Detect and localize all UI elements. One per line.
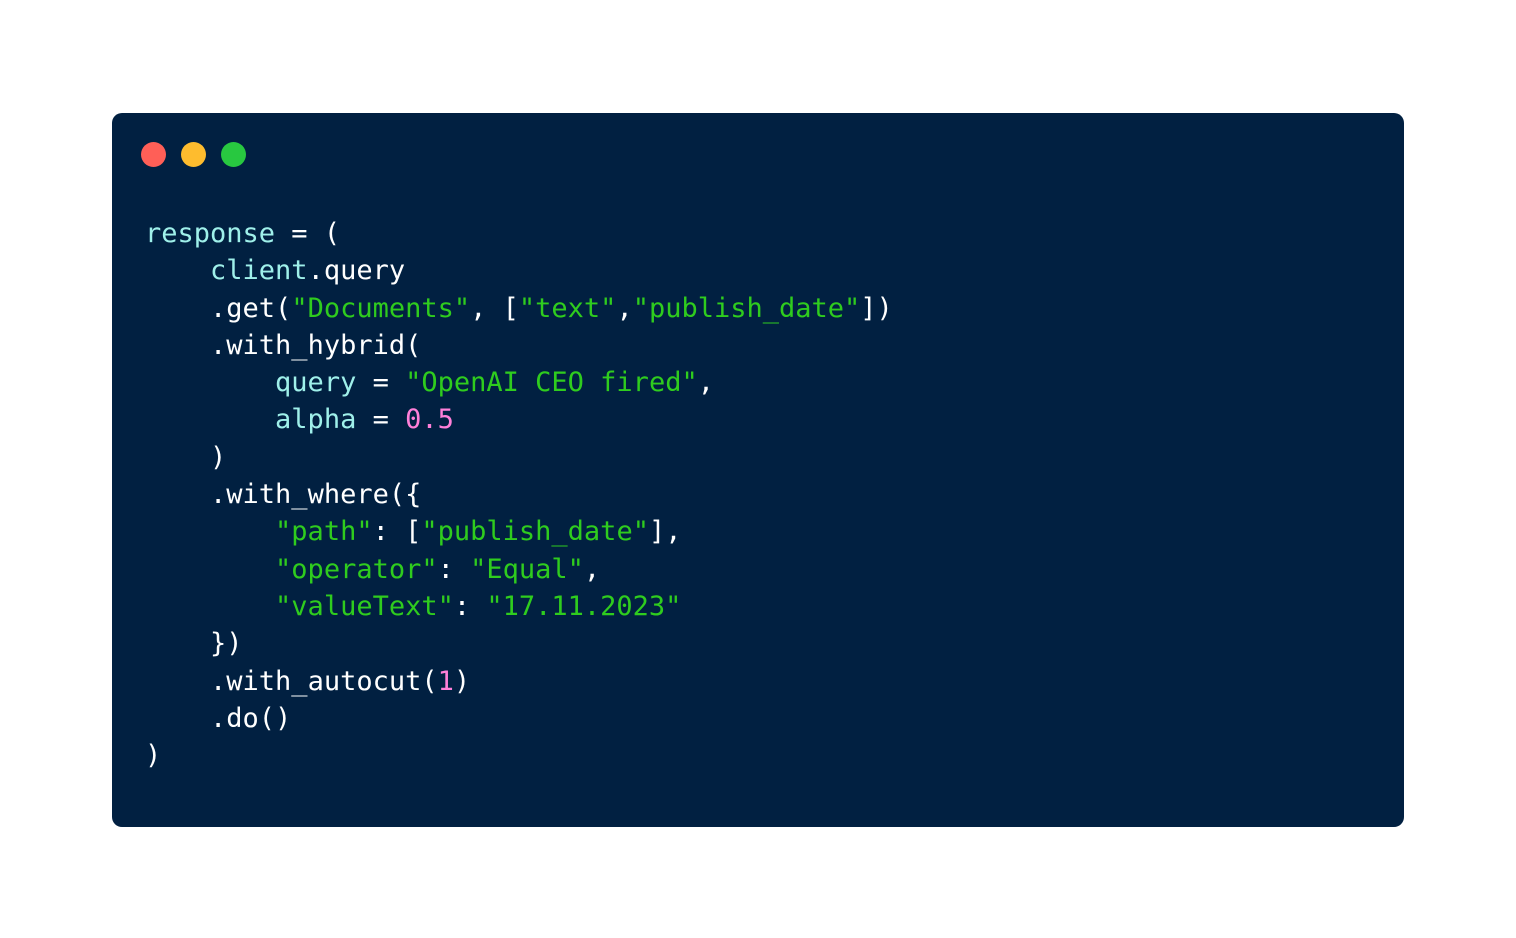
- code-line: .get("Documents", ["text","publish_date"…: [145, 290, 893, 327]
- minimize-dot-icon[interactable]: [181, 142, 206, 167]
- code-token-plain: .with_hybrid(: [210, 329, 422, 361]
- code-line: .with_where({: [145, 476, 893, 513]
- code-token-ident: client: [210, 255, 308, 287]
- code-block: response = ( client.query .get("Document…: [145, 215, 893, 774]
- code-line: query = "OpenAI CEO fired",: [145, 364, 893, 401]
- code-token-plain: :: [453, 590, 487, 622]
- code-token-string: "publish_date": [632, 292, 861, 324]
- code-token-plain: ]): [860, 292, 893, 324]
- window-controls: [141, 142, 246, 167]
- code-line: .with_autocut(1): [145, 663, 893, 700]
- code-token-plain: ,: [616, 292, 633, 324]
- code-token-plain: =: [356, 404, 406, 436]
- code-token-plain: =: [356, 367, 406, 399]
- code-token-string: "path": [275, 516, 373, 548]
- code-line: alpha = 0.5: [145, 401, 893, 438]
- code-line: response = (: [145, 215, 893, 252]
- code-token-plain: = (: [275, 218, 341, 249]
- code-line: .do(): [145, 700, 893, 737]
- code-token-ident: query: [275, 367, 357, 399]
- code-token-plain: , [: [470, 292, 519, 324]
- code-token-string: "publish_date": [421, 516, 649, 548]
- code-token-string: "valueText": [275, 590, 454, 622]
- code-token-string: "OpenAI CEO fired": [405, 367, 698, 399]
- code-line: "path": ["publish_date"],: [145, 513, 893, 550]
- code-line: "operator": "Equal",: [145, 551, 893, 588]
- code-token-number: 0.5: [405, 404, 454, 436]
- code-token-plain: ): [453, 665, 471, 697]
- code-token-string: "Documents": [291, 292, 471, 324]
- code-token-plain: .query: [307, 255, 406, 287]
- maximize-dot-icon[interactable]: [221, 142, 246, 167]
- close-dot-icon[interactable]: [141, 142, 166, 167]
- code-line: }): [145, 625, 893, 662]
- code-token-plain: ,: [697, 367, 714, 399]
- code-token-string: "operator": [275, 553, 438, 585]
- code-token-plain: ,: [583, 553, 601, 585]
- code-token-plain: : [: [372, 516, 422, 548]
- code-token-ident: response: [145, 218, 276, 249]
- code-token-plain: .with_autocut(: [210, 665, 438, 697]
- code-line: "valueText": "17.11.2023": [145, 588, 893, 625]
- code-line: client.query: [145, 252, 893, 289]
- code-line: ): [145, 737, 893, 774]
- code-token-plain: .get(: [210, 292, 292, 324]
- code-token-number: 1: [437, 665, 454, 697]
- code-token-plain: :: [437, 553, 471, 585]
- code-line: .with_hybrid(: [145, 327, 893, 364]
- code-line: ): [145, 439, 893, 476]
- code-token-plain: ): [145, 740, 162, 772]
- code-token-ident: alpha: [275, 404, 357, 436]
- code-token-plain: .with_where({: [210, 479, 422, 511]
- code-token-string: "text": [518, 292, 617, 324]
- code-token-string: "17.11.2023": [486, 590, 682, 622]
- code-token-plain: ],: [648, 516, 682, 548]
- code-token-string: "Equal": [470, 553, 584, 585]
- code-window: response = ( client.query .get("Document…: [112, 113, 1404, 827]
- code-token-plain: }): [210, 628, 243, 660]
- code-token-plain: ): [210, 441, 227, 473]
- code-token-plain: .do(): [210, 702, 292, 734]
